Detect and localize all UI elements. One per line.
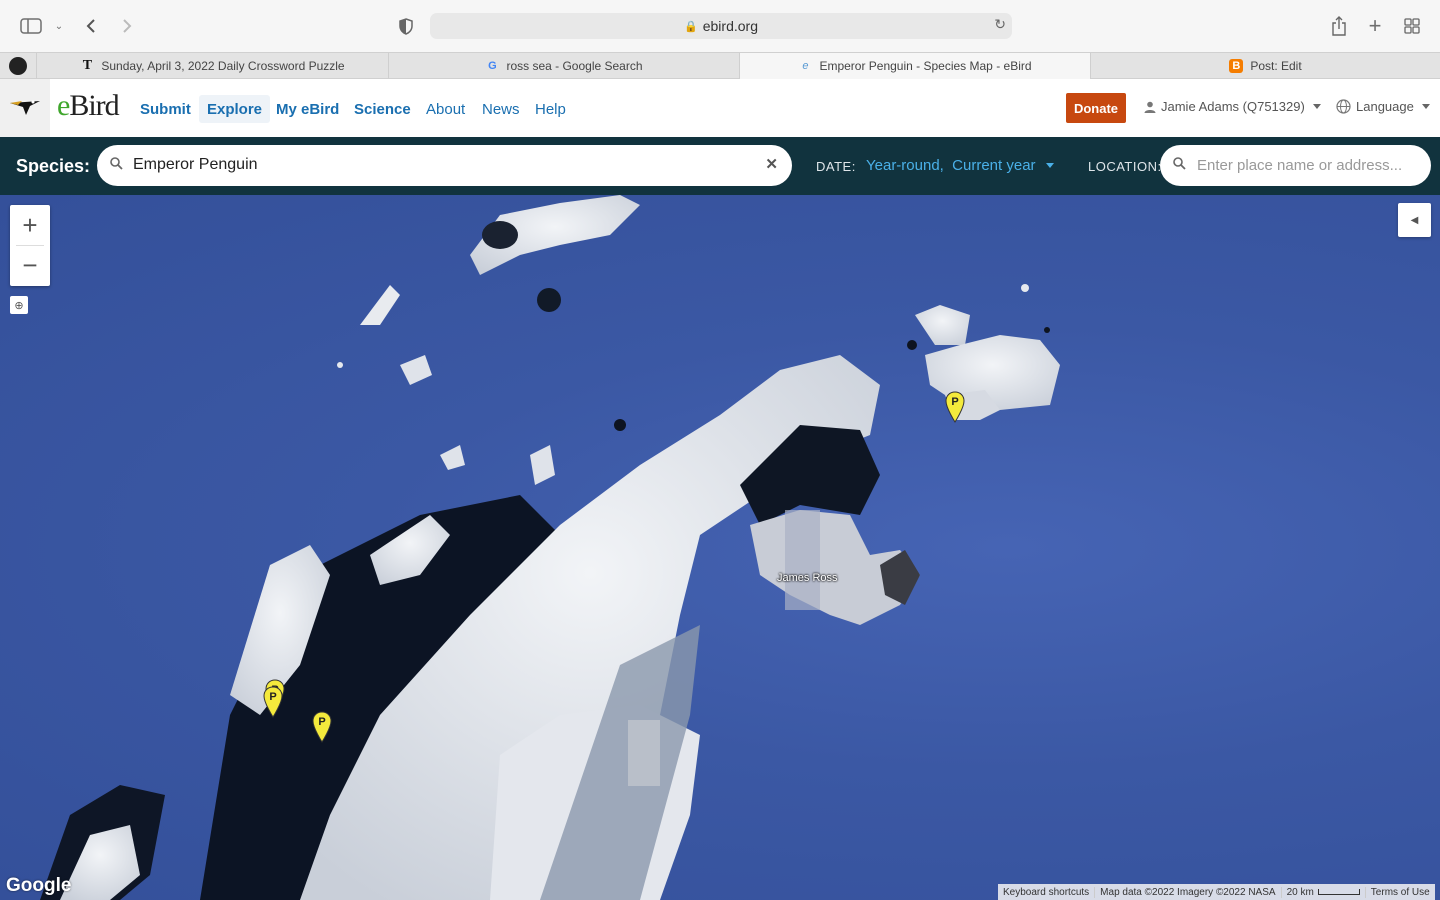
chevron-down-icon	[1045, 163, 1054, 168]
tab-title: Emperor Penguin - Species Map - eBird	[819, 59, 1032, 73]
language-label: Language	[1356, 99, 1414, 114]
nav-science[interactable]: Science	[346, 95, 419, 123]
satellite-imagery	[40, 195, 1060, 900]
scale-bar[interactable]: 20 km	[1282, 886, 1366, 898]
tab-blogger[interactable]: B Post: Edit	[1090, 53, 1440, 79]
collapse-panel-button[interactable]: ◀	[1398, 203, 1431, 237]
ebird-logo[interactable]: eBird	[57, 89, 120, 123]
nav-about[interactable]: About	[418, 95, 473, 123]
sighting-pin[interactable]: P	[945, 391, 965, 423]
pin-label: P	[951, 396, 958, 408]
reload-icon[interactable]: ↻	[994, 16, 1006, 33]
location-input[interactable]: Enter place name or address...	[1160, 145, 1431, 186]
clear-icon[interactable]: ✕	[765, 155, 778, 173]
address-bar[interactable]: 🔒 ebird.org ↻	[430, 13, 1012, 39]
map-attribution: Keyboard shortcuts Map data ©2022 Imager…	[998, 884, 1435, 900]
zoom-control: + −	[10, 205, 50, 286]
zoom-out-button[interactable]: −	[10, 245, 50, 285]
species-value: Emperor Penguin	[133, 156, 258, 173]
location-label: LOCATION:	[1088, 159, 1162, 174]
tab-ebird[interactable]: e Emperor Penguin - Species Map - eBird	[739, 53, 1090, 79]
globe-icon	[1336, 99, 1351, 114]
site-header: eBird Submit Explore My eBird Science Ab…	[0, 79, 1440, 137]
tab-bar: T Sunday, April 3, 2022 Daily Crossword …	[0, 52, 1440, 79]
nav-help[interactable]: Help	[527, 95, 574, 123]
pin-label: P	[318, 716, 325, 728]
zoom-area-icon[interactable]: ⊕	[10, 296, 28, 314]
sighting-pin[interactable]: P	[312, 711, 332, 743]
keyboard-shortcuts-link[interactable]: Keyboard shortcuts	[998, 886, 1096, 898]
lock-icon: 🔒	[684, 20, 698, 33]
species-input[interactable]: Emperor Penguin ✕	[97, 145, 792, 186]
sighting-pin[interactable]: P	[263, 686, 283, 718]
tab-overview-icon[interactable]	[1400, 12, 1424, 40]
tab-google-search[interactable]: G ross sea - Google Search	[388, 53, 739, 79]
tab-title: Sunday, April 3, 2022 Daily Crossword Pu…	[101, 59, 345, 73]
chevron-down-icon	[1421, 104, 1430, 109]
blogger-icon: B	[1229, 59, 1244, 73]
zoom-in-button[interactable]: +	[10, 205, 50, 245]
forward-icon[interactable]	[116, 12, 138, 40]
tab-title: Post: Edit	[1250, 59, 1302, 73]
pinned-tab[interactable]	[0, 53, 36, 79]
location-placeholder: Enter place name or address...	[1197, 157, 1403, 174]
nyt-icon: T	[82, 58, 93, 73]
chevron-down-icon[interactable]: ⌄	[52, 12, 66, 40]
date-value: Year-round, Current year	[866, 157, 1036, 174]
back-icon[interactable]	[80, 12, 102, 40]
pin-label: P	[269, 691, 276, 703]
date-dropdown[interactable]: Year-round, Current year	[866, 157, 1054, 174]
share-icon[interactable]	[1328, 12, 1350, 40]
shield-icon[interactable]	[396, 12, 416, 40]
nav-submit[interactable]: Submit	[132, 95, 199, 123]
ebird-favicon: e	[802, 60, 809, 72]
species-search-bar: Species: Emperor Penguin ✕ DATE: Year-ro…	[0, 137, 1440, 195]
nav-explore[interactable]: Explore	[199, 95, 271, 123]
chevron-down-icon	[1312, 104, 1321, 109]
scale-label: 20 km	[1286, 886, 1314, 898]
user-menu[interactable]: Jamie Adams (Q751329)	[1144, 99, 1321, 114]
tab-title: ross sea - Google Search	[506, 59, 643, 73]
place-label: James Ross	[777, 572, 838, 584]
google-icon: G	[488, 60, 497, 72]
language-menu[interactable]: Language	[1336, 99, 1430, 114]
user-name: Jamie Adams (Q751329)	[1161, 99, 1305, 114]
new-tab-icon[interactable]: +	[1364, 12, 1386, 40]
pinned-site-icon	[9, 57, 27, 75]
search-icon	[1173, 157, 1186, 173]
species-map[interactable]: + − ⊕ ◀ P P P P James Ross Google Keyboa…	[0, 195, 1440, 900]
map-data-text: Map data ©2022 Imagery ©2022 NASA	[1095, 886, 1282, 898]
cornell-logo[interactable]	[0, 79, 50, 137]
user-icon	[1144, 101, 1156, 113]
nav-news[interactable]: News	[474, 95, 528, 123]
google-logo: Google	[6, 875, 72, 896]
search-icon	[110, 157, 123, 173]
scale-line	[1317, 888, 1360, 895]
donate-button[interactable]: Donate	[1066, 93, 1126, 123]
tab-crossword[interactable]: T Sunday, April 3, 2022 Daily Crossword …	[36, 53, 388, 79]
nav-my-ebird[interactable]: My eBird	[268, 95, 347, 123]
browser-toolbar: ⌄ 🔒 ebird.org ↻ +	[0, 0, 1440, 52]
species-label: Species:	[16, 156, 91, 176]
terms-of-use-link[interactable]: Terms of Use	[1366, 887, 1435, 898]
sidebar-toggle-icon[interactable]	[18, 12, 44, 40]
address-text: ebird.org	[702, 18, 758, 34]
date-label: DATE:	[816, 159, 856, 174]
